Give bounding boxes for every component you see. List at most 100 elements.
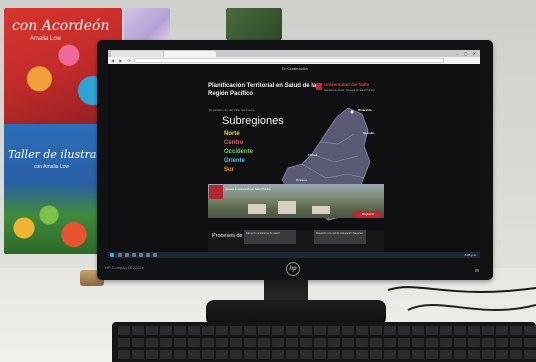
taskbar-app-icon[interactable]: [153, 253, 157, 257]
process-card[interactable]: Refuerzo a la red de Educación Superior: [314, 230, 366, 244]
building-shape: [312, 206, 330, 214]
map-label-choco: Chocó: [308, 153, 318, 157]
keyboard-key: [202, 338, 214, 347]
keyboard-key: [328, 338, 340, 347]
monitor: – ▢ ✕ ◀ ▶ ⟳ En Construcción Planificació…: [97, 40, 493, 280]
keyboard-key: [230, 350, 242, 359]
taskbar-app-icon[interactable]: [139, 253, 143, 257]
subregion-link-centro[interactable]: Centro: [224, 140, 243, 146]
keyboard-key: [496, 326, 508, 335]
keyboard-key: [398, 326, 410, 335]
keyboard-key: [188, 338, 200, 347]
keyboard-key: [300, 350, 312, 359]
keyboard-key: [160, 326, 172, 335]
keyboard-key: [426, 338, 438, 347]
window-controls[interactable]: – ▢ ✕: [456, 51, 478, 56]
keyboard-key: [412, 338, 424, 347]
web-page: En Construcción Planificación Territoria…: [108, 64, 480, 252]
keyboard-key: [202, 326, 214, 335]
keyboard-key: [510, 326, 522, 335]
university-logo-icon[interactable]: [316, 83, 322, 90]
keyboard-key: [370, 338, 382, 347]
keyboard-key: [272, 350, 284, 359]
keyboard-key: [398, 338, 410, 347]
taskbar-app-icon[interactable]: [146, 253, 150, 257]
keyboard-key: [300, 338, 312, 347]
subregion-link-norte[interactable]: Norte: [224, 131, 240, 137]
map-label-quindio: Quindío: [363, 131, 375, 135]
keyboard-key: [454, 350, 466, 359]
keyboard-key: [132, 350, 144, 359]
keyboard-key: [216, 338, 228, 347]
keyboard: [112, 322, 536, 362]
keyboard-key: [342, 326, 354, 335]
browser-toolbar: ◀ ▶ ⟳: [108, 57, 480, 64]
keyboard-key: [188, 350, 200, 359]
keyboard-key: [258, 326, 270, 335]
keyboard-key: [496, 338, 508, 347]
keyboard-key: [342, 338, 354, 347]
map-label-oceano: Océano: [296, 178, 308, 182]
keyboard-key: [314, 326, 326, 335]
keyboard-key: [160, 338, 172, 347]
illustration-poster-title: Taller de ilustración: [8, 148, 104, 161]
keyboard-key: [510, 338, 522, 347]
subregions-heading: Subregiones: [222, 115, 284, 127]
keyboard-key: [216, 350, 228, 359]
subregion-link-occidente[interactable]: Occidente: [224, 149, 253, 155]
keyboard-key: [118, 338, 130, 347]
keyboard-key: [174, 350, 186, 359]
keyboard-key: [202, 350, 214, 359]
taskbar-app-icon[interactable]: [132, 253, 136, 257]
keyboard-key: [258, 350, 270, 359]
map-label-risaralda: Risaralda: [358, 108, 372, 112]
banner-caption: Instituto de Educación en Salud Pública: [225, 188, 271, 191]
keyboard-key: [146, 350, 158, 359]
address-bar[interactable]: [134, 58, 444, 63]
keyboard-key: [258, 338, 270, 347]
keyboard-key: [384, 326, 396, 335]
keyboard-key: [524, 350, 536, 359]
keyboard-key: [132, 326, 144, 335]
subregion-link-oriente[interactable]: Oriente: [224, 158, 245, 164]
keyboard-key: [286, 326, 298, 335]
keyboard-key: [370, 350, 382, 359]
keyboard-key: [132, 338, 144, 347]
keyboard-key: [524, 326, 536, 335]
illustration-poster-author: con Amalia Low: [34, 164, 70, 170]
keyboard-key: [216, 326, 228, 335]
keyboard-key: [188, 326, 200, 335]
keyboard-key: [174, 338, 186, 347]
university-subtitle: Facultad de Salud · Escuela de Salud Púb…: [324, 89, 375, 92]
keyboard-key: [384, 338, 396, 347]
accordion-poster-title: con Acordeón: [12, 18, 110, 34]
taskbar-app-icon[interactable]: [118, 253, 122, 257]
process-card[interactable]: Refuerzo al sistema de salud: [244, 230, 296, 244]
back-forward-icon[interactable]: ◀ ▶ ⟳: [111, 58, 133, 63]
taskbar-app-icon[interactable]: [125, 253, 129, 257]
keyboard-key: [314, 338, 326, 347]
keyboard-key: [286, 350, 298, 359]
keyboard-key: [272, 326, 284, 335]
keyboard-key: [440, 326, 452, 335]
subregion-link-sur[interactable]: Sur: [224, 167, 234, 173]
power-button-icon[interactable]: [475, 269, 479, 272]
plant-poster: [226, 8, 282, 40]
keyboard-key: [496, 350, 508, 359]
keyboard-key: [356, 338, 368, 347]
monitor-model-label: HP Compaq LE2202x: [105, 265, 144, 270]
keyboard-key: [482, 326, 494, 335]
keyboard-key: [510, 350, 522, 359]
keyboard-key: [440, 350, 452, 359]
start-icon[interactable]: [110, 253, 114, 257]
keyboard-key: [524, 338, 536, 347]
accordion-poster-author: Amalia Low: [30, 36, 62, 42]
browser-tab-bar: – ▢ ✕: [108, 50, 480, 57]
keyboard-key: [468, 326, 480, 335]
screen: – ▢ ✕ ◀ ▶ ⟳ En Construcción Planificació…: [108, 50, 480, 258]
university-name[interactable]: Universidad del Valle: [324, 82, 369, 87]
keyboard-key: [286, 338, 298, 347]
keyboard-key: [230, 338, 242, 347]
keyboard-key: [146, 338, 158, 347]
register-button[interactable]: Registrar: [354, 211, 382, 217]
